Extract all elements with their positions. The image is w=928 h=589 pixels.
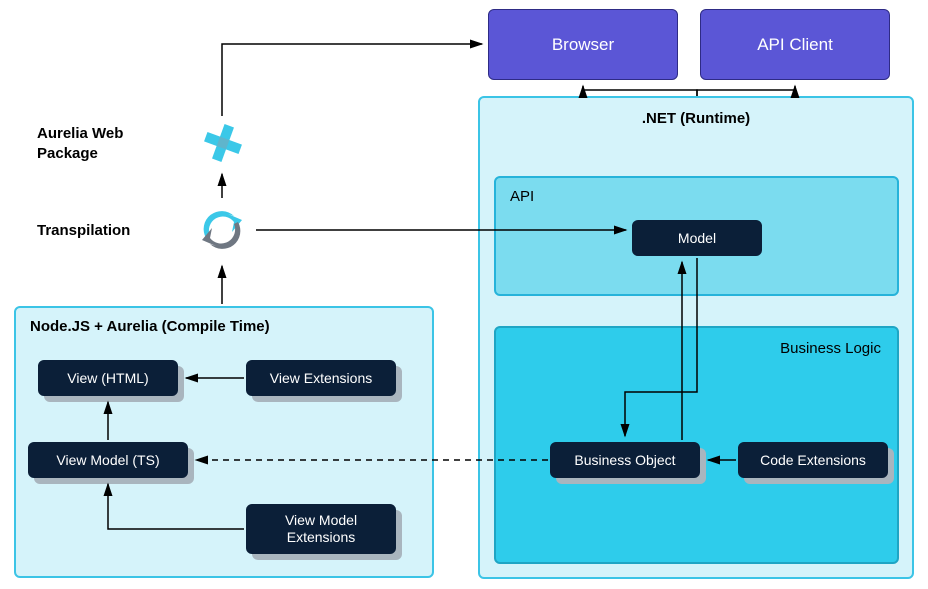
view-model-ts-label: View Model (TS) bbox=[56, 452, 159, 468]
view-extensions-box: View Extensions bbox=[246, 360, 396, 396]
view-extensions-label: View Extensions bbox=[270, 370, 372, 386]
code-extensions-label: Code Extensions bbox=[760, 452, 866, 468]
view-model-extensions-box: View Model Extensions bbox=[246, 504, 396, 554]
transpilation-label: Transpilation bbox=[37, 222, 130, 239]
api-client-label: API Client bbox=[757, 35, 833, 55]
api-client-box: API Client bbox=[700, 9, 890, 80]
code-extensions-box: Code Extensions bbox=[738, 442, 888, 478]
browser-box: Browser bbox=[488, 9, 678, 80]
business-logic-title: Business Logic bbox=[780, 340, 881, 357]
view-html-box: View (HTML) bbox=[38, 360, 178, 396]
model-label: Model bbox=[678, 230, 716, 246]
view-model-ts-box: View Model (TS) bbox=[28, 442, 188, 478]
transpilation-icon bbox=[192, 200, 252, 260]
compile-time-title: Node.JS + Aurelia (Compile Time) bbox=[30, 318, 270, 335]
aurelia-logo-icon bbox=[198, 118, 248, 168]
business-object-label: Business Object bbox=[574, 452, 675, 468]
view-model-extensions-label: View Model Extensions bbox=[261, 512, 381, 547]
aurelia-package-label: Aurelia Web Package bbox=[37, 124, 147, 163]
view-html-label: View (HTML) bbox=[67, 370, 148, 386]
business-object-box: Business Object bbox=[550, 442, 700, 478]
api-title: API bbox=[510, 188, 534, 205]
browser-label: Browser bbox=[552, 35, 614, 55]
net-runtime-title: .NET (Runtime) bbox=[642, 110, 750, 127]
model-box: Model bbox=[632, 220, 762, 256]
